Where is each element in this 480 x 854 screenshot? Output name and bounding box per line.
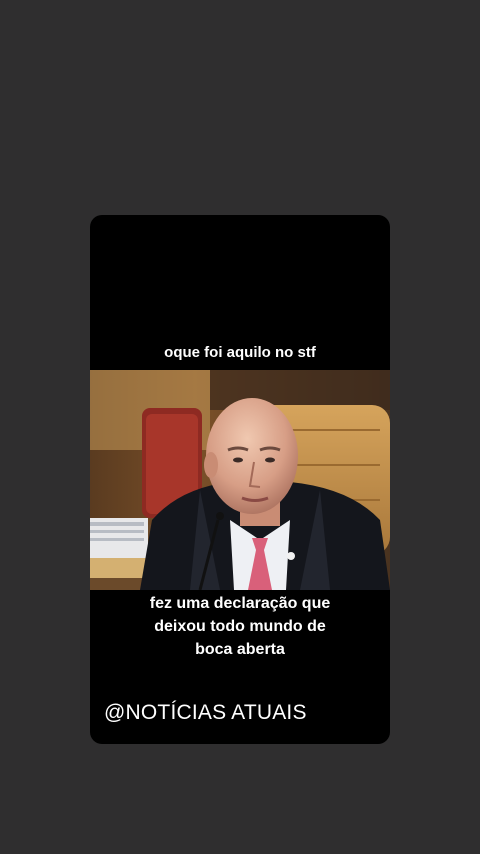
caption-line: fez uma declaração que: [149, 595, 331, 612]
caption-line: deixou todo mundo de: [154, 618, 326, 635]
caption-line: boca aberta: [195, 641, 285, 658]
video-frame[interactable]: [90, 370, 390, 590]
caption-bottom: fez uma declaração que deixou todo mundo…: [90, 592, 390, 661]
video-still: [90, 370, 390, 590]
channel-watermark: @NOTÍCIAS ATUAIS: [104, 701, 307, 724]
story-card[interactable]: oque foi aquilo no stf fez uma declaraçã…: [90, 215, 390, 744]
caption-top: oque foi aquilo no stf: [164, 344, 316, 361]
